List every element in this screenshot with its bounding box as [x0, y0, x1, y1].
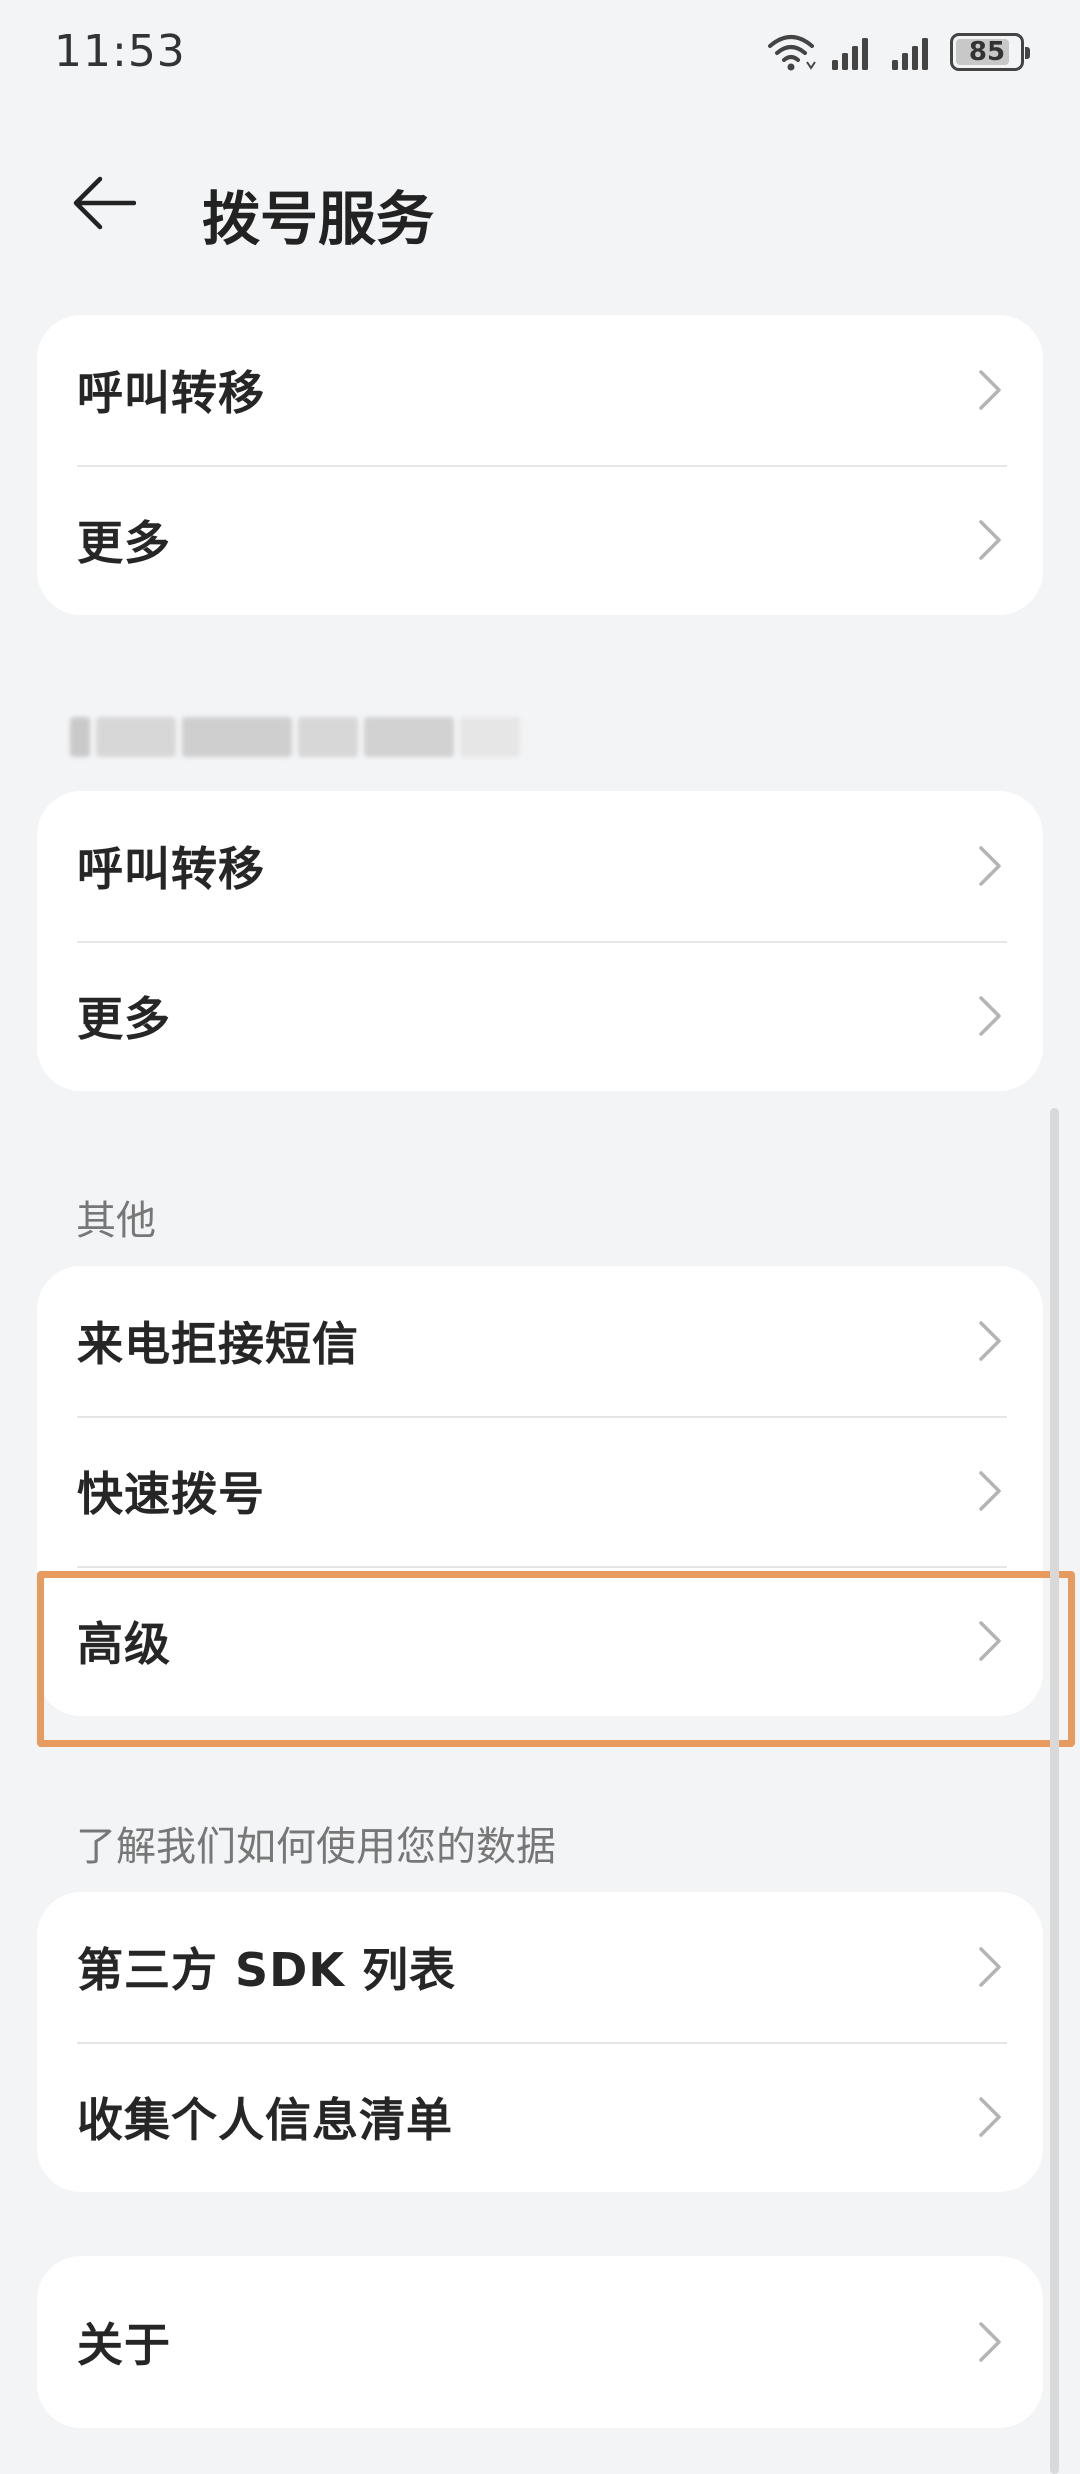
sim2-card: 呼叫转移 更多 [37, 791, 1043, 1091]
row-label: 关于 [77, 2318, 171, 2372]
redacted-block [460, 717, 520, 757]
back-button[interactable] [70, 170, 160, 240]
redacted-block [182, 717, 292, 757]
chevron-right-icon [979, 1321, 1001, 1361]
page-title: 拨号服务 [202, 185, 435, 253]
row-label: 更多 [77, 992, 171, 1046]
row-label: 更多 [77, 516, 171, 570]
section-title-other: 其他 [76, 1198, 156, 1244]
section-title-privacy: 了解我们如何使用您的数据 [76, 1824, 556, 1870]
row-label: 第三方 SDK 列表 [77, 1943, 456, 1997]
personal-info-list-row[interactable]: 收集个人信息清单 [37, 2042, 1043, 2192]
scrollbar[interactable] [1050, 1108, 1059, 2474]
status-icons: 85 [766, 30, 1030, 74]
privacy-card: 第三方 SDK 列表 收集个人信息清单 [37, 1892, 1043, 2192]
row-label: 呼叫转移 [77, 366, 265, 420]
row-label: 收集个人信息清单 [77, 2093, 453, 2147]
status-bar: 11:53 85 [0, 0, 1080, 110]
advanced-row[interactable]: 高级 [37, 1566, 1043, 1716]
call-forwarding-row[interactable]: 呼叫转移 [37, 791, 1043, 941]
redacted-block [298, 717, 358, 757]
third-party-sdk-row[interactable]: 第三方 SDK 列表 [37, 1892, 1043, 2042]
row-label: 快速拨号 [77, 1467, 265, 1521]
chevron-right-icon [979, 370, 1001, 410]
speed-dial-row[interactable]: 快速拨号 [37, 1416, 1043, 1566]
more-row[interactable]: 更多 [37, 941, 1043, 1091]
redacted-block [96, 717, 176, 757]
redacted-sim-label [70, 710, 560, 764]
battery-level: 85 [968, 37, 1006, 67]
row-label: 来电拒接短信 [77, 1317, 359, 1371]
signal-icon [890, 32, 936, 72]
chevron-right-icon [979, 846, 1001, 886]
chevron-right-icon [979, 2097, 1001, 2137]
other-card: 来电拒接短信 快速拨号 高级 [37, 1266, 1043, 1716]
app-header: 拨号服务 [0, 150, 1080, 260]
screen: 11:53 85 拨号服务 呼叫转移 更多 呼叫转移 更多 其他 来电拒接短信 … [0, 0, 1080, 2474]
more-row[interactable]: 更多 [37, 465, 1043, 615]
chevron-right-icon [979, 996, 1001, 1036]
about-card: 关于 [37, 2256, 1043, 2428]
chevron-right-icon [979, 1471, 1001, 1511]
status-time: 11:53 [54, 26, 186, 77]
chevron-right-icon [979, 1621, 1001, 1661]
about-row[interactable]: 关于 [37, 2256, 1043, 2428]
chevron-right-icon [979, 2322, 1001, 2362]
sim1-card: 呼叫转移 更多 [37, 315, 1043, 615]
chevron-right-icon [979, 520, 1001, 560]
row-label: 高级 [77, 1617, 171, 1671]
reject-sms-row[interactable]: 来电拒接短信 [37, 1266, 1043, 1416]
chevron-right-icon [979, 1947, 1001, 1987]
arrow-left-icon [70, 173, 137, 237]
redacted-block [70, 717, 90, 757]
redacted-block [364, 717, 454, 757]
row-label: 呼叫转移 [77, 842, 265, 896]
battery-icon: 85 [950, 33, 1030, 71]
signal-icon [830, 32, 876, 72]
call-forwarding-row[interactable]: 呼叫转移 [37, 315, 1043, 465]
wifi-icon [766, 32, 816, 72]
